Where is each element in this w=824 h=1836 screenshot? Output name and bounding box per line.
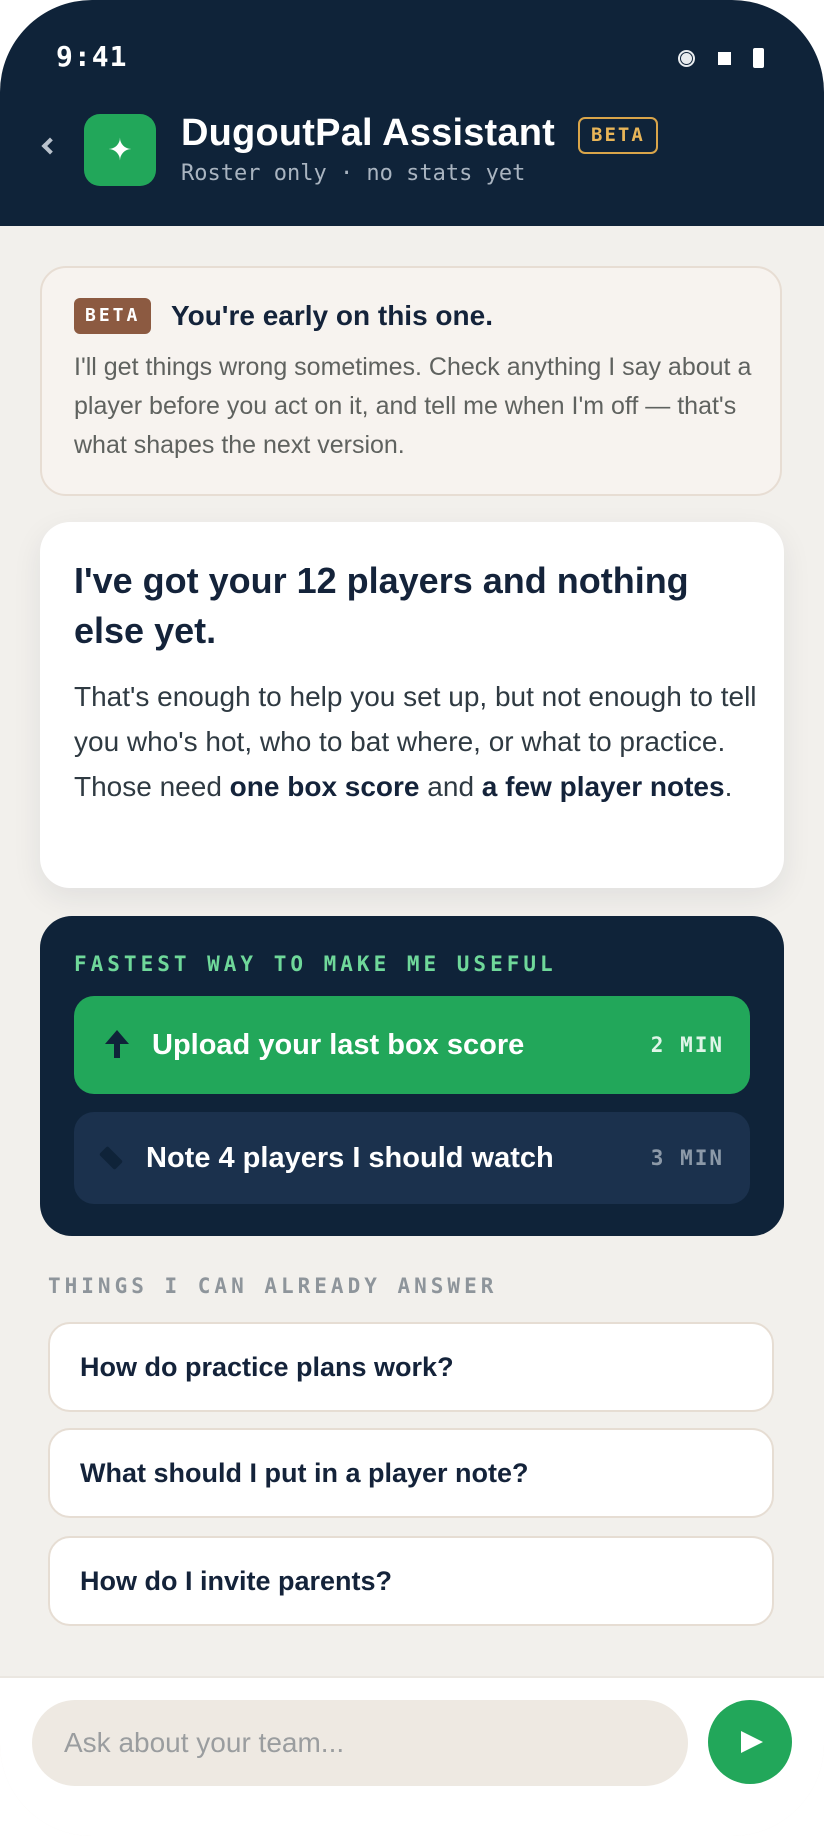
upload-box-score-time: 2 MIN [650, 1033, 724, 1057]
summary-body-end: . [724, 771, 733, 802]
suggested-question-practice-plans[interactable]: How do practice plans work? [48, 1322, 774, 1412]
beta-badge: BETA [578, 117, 658, 154]
status-time: 9:41 [56, 40, 128, 73]
app-title: DugoutPal Assistant [181, 112, 555, 154]
app-header: 9:41 ✦ DugoutPal Assistant BETA Roster o… [0, 0, 824, 226]
summary-title: I've got your 12 players and nothing els… [74, 560, 689, 651]
summary-body-mid: and [419, 771, 482, 802]
message-input[interactable] [32, 1700, 688, 1786]
upload-box-score-label: Upload your last box score [152, 1028, 525, 1061]
pencil-icon [74, 1145, 152, 1171]
signal-icon [677, 48, 696, 68]
notice-title: You're early on this one. [171, 300, 493, 331]
back-chevron-icon[interactable] [41, 137, 59, 155]
fastest-way-heading: FASTEST WAY TO MAKE ME USEFUL [74, 952, 557, 976]
assistant-summary-card: I've got your 12 players and nothing els… [40, 522, 784, 888]
summary-bold-box-score: one box score [229, 771, 420, 802]
app-subtitle: Roster only · no stats yet [181, 161, 526, 186]
status-icons [677, 48, 764, 68]
note-players-label: Note 4 players I should watch [146, 1141, 554, 1174]
suggested-question-player-note[interactable]: What should I put in a player note? [48, 1428, 774, 1518]
send-icon [741, 1731, 763, 1753]
answers-heading: THINGS I CAN ALREADY ANSWER [48, 1274, 498, 1298]
upload-arrow-icon [74, 1030, 152, 1058]
composer-bar [0, 1676, 824, 1836]
battery-icon [753, 48, 764, 68]
app-screen: 9:41 ✦ DugoutPal Assistant BETA Roster o… [0, 0, 824, 1836]
send-button[interactable] [708, 1700, 792, 1784]
beta-notice-card: BETA You're early on this one. I'll get … [40, 266, 782, 496]
notice-body: I'll get things wrong sometimes. Check a… [74, 353, 752, 459]
upload-box-score-button[interactable]: Upload your last box score 2 MIN [74, 996, 750, 1094]
summary-bold-player-notes: a few player notes [481, 771, 725, 802]
fastest-way-card: FASTEST WAY TO MAKE ME USEFUL Upload you… [40, 916, 784, 1236]
note-players-time: 3 MIN [650, 1146, 724, 1170]
sparkle-icon: ✦ [84, 114, 156, 186]
notice-beta-badge: BETA [74, 298, 152, 334]
suggested-question-invite-parents[interactable]: How do I invite parents? [48, 1536, 774, 1626]
note-players-button[interactable]: Note 4 players I should watch 3 MIN [74, 1112, 750, 1204]
wifi-icon [718, 51, 731, 65]
summary-body: That's enough to help you set up, but no… [74, 674, 764, 809]
